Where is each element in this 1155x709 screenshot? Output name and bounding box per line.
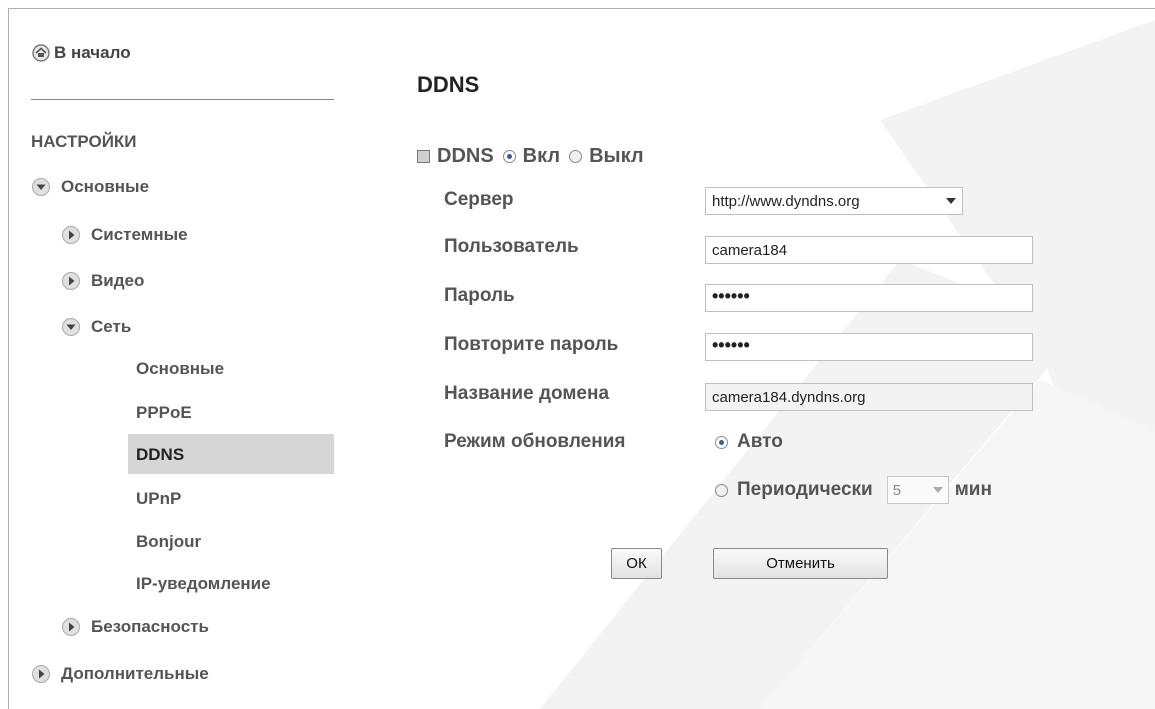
domain-input[interactable]: camera184.dyndns.org (705, 383, 1033, 411)
sidebar-item-label: Сеть (91, 317, 132, 336)
ddns-on-radio[interactable] (502, 150, 516, 163)
domain-label: Название домена (444, 383, 610, 404)
repeat-password-label: Повторите пароль (444, 334, 619, 355)
user-input[interactable]: camera184 (705, 236, 1033, 264)
cancel-button[interactable]: Отменить (713, 548, 888, 579)
server-label: Сервер (444, 189, 514, 210)
sidebar-item-ip-notify[interactable]: IP-уведомление (136, 574, 271, 594)
sidebar-item-label: Дополнительные (61, 664, 209, 683)
sidebar-item-label: Видео (91, 271, 145, 290)
period-select-value: 5 (892, 481, 902, 499)
home-icon (32, 44, 50, 62)
chevron-right-icon (32, 665, 50, 683)
password-input[interactable]: •••••• (705, 284, 1033, 312)
sidebar-item-network-basic[interactable]: Основные (136, 359, 224, 379)
chevron-down-icon (32, 178, 50, 196)
ok-button[interactable]: ОК (611, 548, 662, 579)
page-title: DDNS (417, 72, 480, 97)
sidebar: В начало НАСТРОЙКИ Основные Системные Ви… (9, 9, 334, 709)
settings-section-title: НАСТРОЙКИ (31, 132, 137, 151)
sidebar-item-ddns[interactable]: DDNS (136, 445, 184, 465)
home-label: В начало (54, 43, 131, 62)
periodic-label[interactable]: Периодически (737, 479, 873, 501)
sidebar-item-upnp[interactable]: UPnP (136, 489, 181, 509)
sidebar-item-pppoe[interactable]: PPPoE (136, 403, 192, 423)
sidebar-item-label: Основные (61, 177, 150, 196)
update-mode-auto-row: Авто (715, 431, 783, 453)
update-mode-label: Режим обновления (444, 431, 626, 452)
repeat-password-input[interactable]: •••••• (705, 333, 1033, 361)
dropdown-caret-icon (946, 198, 956, 204)
ddns-on-label[interactable]: Вкл (523, 145, 560, 168)
home-link[interactable]: В начало (31, 43, 131, 63)
ddns-off-radio[interactable] (569, 150, 583, 163)
update-mode-periodic-row: Периодически 5 мин (715, 476, 992, 504)
ddns-label: DDNS (437, 145, 494, 167)
periodic-radio[interactable] (715, 483, 728, 497)
sidebar-item-basic[interactable]: Основные (31, 177, 149, 197)
chevron-right-icon (62, 226, 80, 244)
user-label: Пользователь (444, 236, 579, 257)
chevron-down-icon (62, 318, 80, 336)
sidebar-item-system[interactable]: Системные (61, 225, 188, 245)
chevron-right-icon (62, 272, 80, 290)
sidebar-item-bonjour[interactable]: Bonjour (136, 532, 201, 552)
sidebar-item-network[interactable]: Сеть (61, 317, 131, 337)
sidebar-item-security[interactable]: Безопасность (61, 617, 209, 637)
bullet-square-icon (417, 150, 430, 163)
auto-radio[interactable] (715, 435, 728, 449)
chevron-right-icon (62, 618, 80, 636)
period-select[interactable]: 5 (886, 476, 949, 504)
sidebar-item-label: Системные (91, 225, 188, 244)
sidebar-item-advanced[interactable]: Дополнительные (31, 664, 209, 684)
auto-label[interactable]: Авто (737, 431, 783, 453)
ddns-off-label[interactable]: Выкл (589, 145, 643, 168)
ddns-toggle-row: DDNS Вкл Выкл (417, 145, 644, 168)
period-unit-label: мин (954, 479, 992, 500)
server-select[interactable]: http://www.dyndns.org (705, 187, 963, 215)
sidebar-item-label: Безопасность (91, 617, 209, 636)
dropdown-caret-icon (932, 487, 943, 493)
password-label: Пароль (444, 285, 515, 306)
sidebar-item-video[interactable]: Видео (61, 271, 144, 291)
server-select-value: http://www.dyndns.org (712, 192, 860, 210)
sidebar-divider (31, 99, 334, 100)
